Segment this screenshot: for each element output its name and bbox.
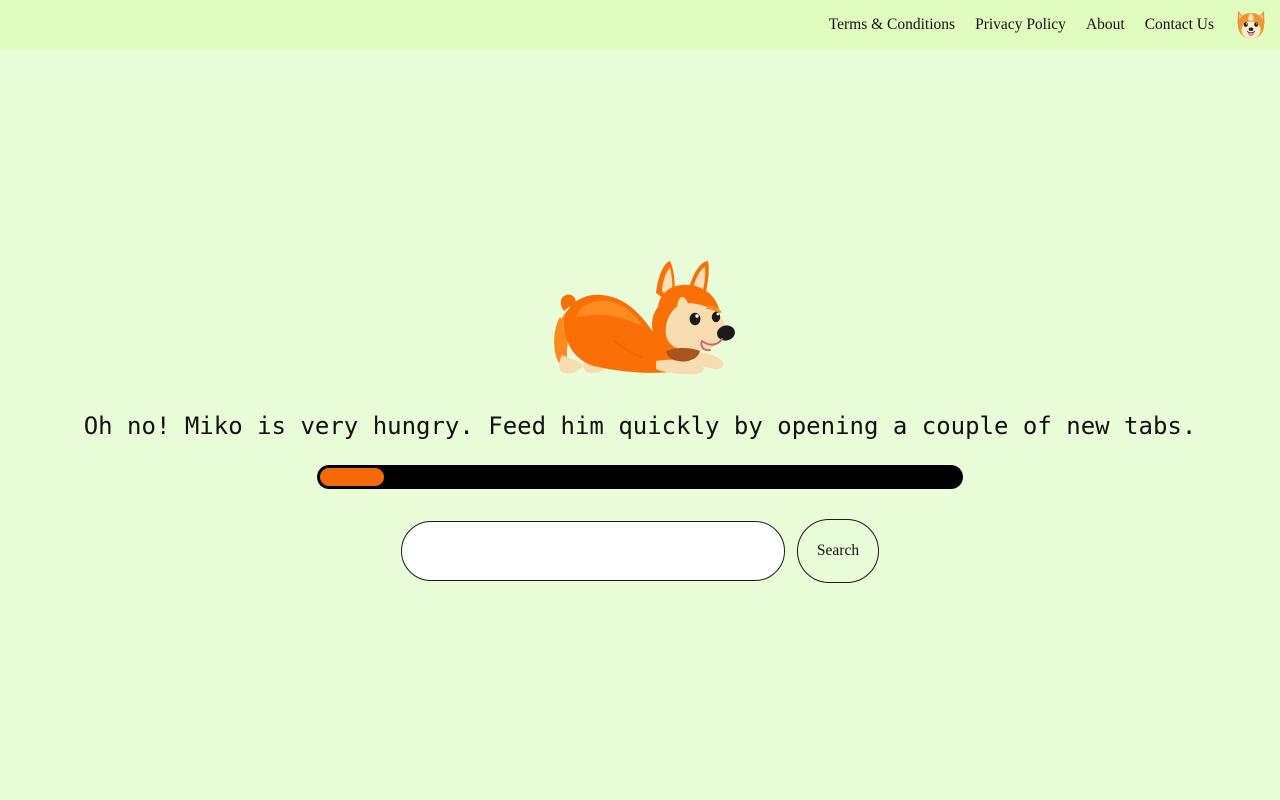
- search-row: Search: [0, 519, 1280, 583]
- hunger-message: Oh no! Miko is very hungry. Feed him qui…: [83, 412, 1197, 440]
- hunger-progress-fill: [320, 468, 384, 486]
- nav-about[interactable]: About: [1076, 17, 1135, 33]
- search-button[interactable]: Search: [797, 519, 879, 583]
- primary-nav: Terms & Conditions Privacy Policy About …: [819, 17, 1224, 33]
- top-navigation-bar: Terms & Conditions Privacy Policy About …: [0, 0, 1280, 50]
- nav-contact-us[interactable]: Contact Us: [1135, 17, 1224, 33]
- corgi-dog-illustration: [540, 255, 740, 390]
- main-content: Oh no! Miko is very hungry. Feed him qui…: [0, 50, 1280, 800]
- corgi-face-icon[interactable]: [1234, 8, 1268, 42]
- nav-terms-and-conditions[interactable]: Terms & Conditions: [819, 17, 965, 33]
- nav-privacy-policy[interactable]: Privacy Policy: [965, 17, 1076, 33]
- hunger-progress-track: [317, 465, 963, 489]
- search-input[interactable]: [401, 521, 785, 581]
